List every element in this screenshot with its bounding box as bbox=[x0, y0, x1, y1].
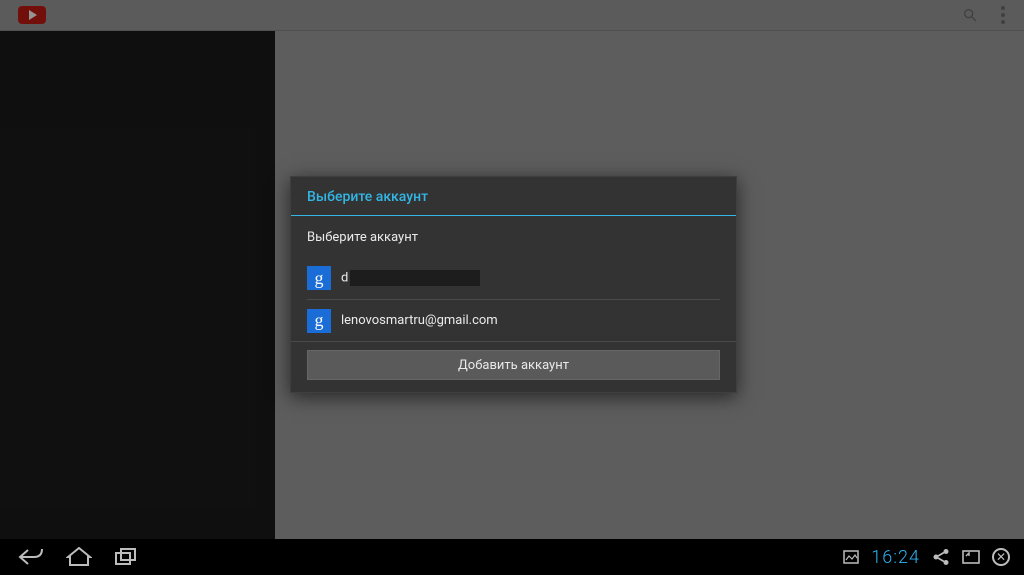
close-button[interactable]: ✕ bbox=[992, 548, 1010, 566]
home-icon bbox=[66, 547, 92, 567]
recent-apps-button[interactable] bbox=[114, 548, 138, 566]
back-button[interactable] bbox=[18, 548, 44, 566]
picture-icon bbox=[843, 550, 859, 564]
dialog-button-area: Добавить аккаунт bbox=[291, 341, 736, 392]
add-account-button[interactable]: Добавить аккаунт bbox=[307, 350, 720, 380]
screenshot-indicator-icon[interactable] bbox=[843, 550, 859, 564]
dialog-body: Выберите аккаунт g d g lenovosmartru@gma… bbox=[291, 216, 736, 392]
account-email: d bbox=[341, 270, 720, 286]
status-clock[interactable]: 16:24 bbox=[871, 547, 920, 568]
google-icon: g bbox=[307, 266, 331, 290]
google-icon: g bbox=[307, 309, 331, 333]
nav-right: 16:24 ✕ bbox=[843, 547, 1024, 568]
recent-apps-icon bbox=[114, 548, 138, 566]
dialog-title: Выберите аккаунт bbox=[291, 177, 736, 216]
close-icon: ✕ bbox=[992, 548, 1010, 566]
redacted-text bbox=[350, 270, 480, 286]
share-icon bbox=[932, 548, 950, 566]
fullscreen-button[interactable] bbox=[962, 550, 980, 564]
back-icon bbox=[18, 548, 44, 566]
choose-account-dialog: Выберите аккаунт Выберите аккаунт g d g … bbox=[290, 176, 737, 393]
dialog-subtitle: Выберите аккаунт bbox=[291, 216, 736, 257]
account-item[interactable]: g d bbox=[307, 257, 720, 299]
account-email: lenovosmartru@gmail.com bbox=[341, 313, 720, 328]
account-item[interactable]: g lenovosmartru@gmail.com bbox=[307, 299, 720, 341]
account-list: g d g lenovosmartru@gmail.com bbox=[291, 257, 736, 341]
account-email-prefix: d bbox=[341, 270, 348, 285]
app-area: Выберите аккаунт Выберите аккаунт g d g … bbox=[0, 0, 1024, 539]
nav-left bbox=[0, 547, 138, 567]
home-button[interactable] bbox=[66, 547, 92, 567]
system-nav-bar: 16:24 ✕ bbox=[0, 539, 1024, 575]
fullscreen-icon bbox=[962, 550, 980, 564]
share-button[interactable] bbox=[932, 548, 950, 566]
